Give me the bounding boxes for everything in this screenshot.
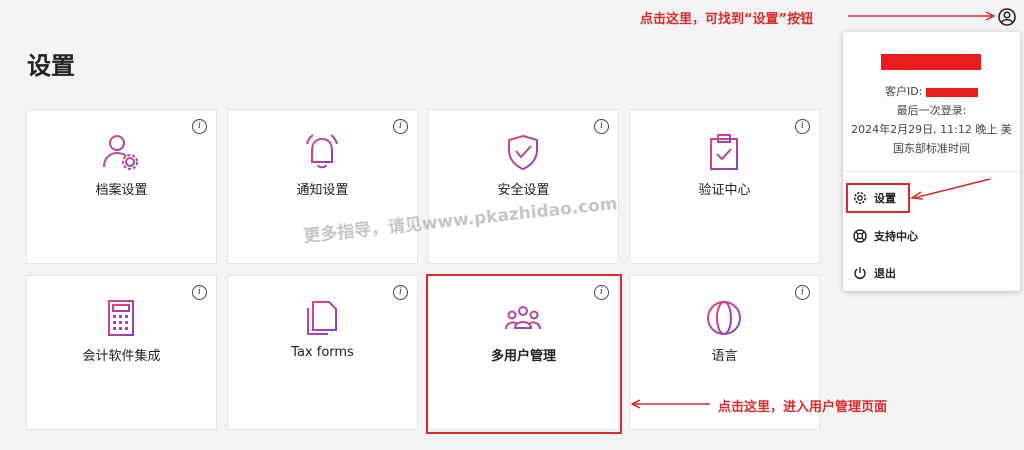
card-verification-center[interactable]: i 验证中心 [630, 110, 819, 263]
info-icon[interactable]: i [393, 285, 408, 300]
info-icon[interactable]: i [795, 119, 810, 134]
dropdown-divider [843, 171, 1020, 172]
user-account-icon[interactable] [998, 8, 1016, 26]
menu-item-support-center[interactable]: 支持中心 [853, 224, 918, 248]
redacted-customer-id [925, 87, 978, 97]
annotation-bottom: 点击这里，进入用户管理页面 [718, 400, 888, 415]
page-title: 设置 [27, 52, 75, 80]
customer-id-line: 客户ID: [843, 82, 1020, 101]
card-label: 档案设置 [95, 183, 148, 198]
card-accounting-integration[interactable]: i 会计软件集成 [27, 276, 216, 429]
clipboard-check-icon [710, 134, 738, 170]
last-login-label: 最后一次登录: [896, 104, 967, 117]
card-label: Tax forms [291, 345, 354, 360]
card-label: 会计软件集成 [82, 349, 161, 364]
last-login-timezone: 国东部标准时间 [893, 142, 970, 155]
customer-id-label: 客户ID: [885, 85, 926, 98]
card-label: 通知设置 [296, 183, 349, 198]
account-dropdown: 客户ID: 最后一次登录: 2024年2月29日, 11:12 晚上 美 国东部… [843, 32, 1020, 291]
highlight-box-settings [846, 183, 910, 213]
menu-item-label: 支持中心 [874, 230, 918, 243]
annotation-top-arrow [848, 11, 996, 21]
documents-icon [307, 301, 337, 335]
annotation-settings-arrow [909, 178, 991, 200]
card-profile-settings[interactable]: i 档案设置 [27, 110, 216, 263]
info-icon[interactable]: i [795, 285, 810, 300]
info-icon[interactable]: i [594, 119, 609, 134]
annotation-bottom-arrow [630, 399, 710, 409]
annotation-top: 点击这里，可找到“设置”按钮 [640, 12, 814, 27]
card-label: 语言 [711, 349, 738, 364]
lifebuoy-icon [853, 229, 867, 243]
globe-icon [707, 301, 741, 335]
info-icon[interactable]: i [393, 119, 408, 134]
shield-check-icon [508, 134, 538, 171]
redacted-username [881, 54, 981, 70]
card-tax-forms[interactable]: i Tax forms [228, 276, 417, 429]
info-icon[interactable]: i [192, 285, 207, 300]
power-icon [854, 267, 866, 280]
card-label: 验证中心 [698, 183, 751, 198]
calculator-icon [108, 300, 134, 336]
menu-item-logout[interactable]: 退出 [853, 261, 896, 285]
last-login-time: 2024年2月29日, 11:12 晚上 美 [851, 123, 1012, 136]
info-icon[interactable]: i [192, 119, 207, 134]
profile-settings-icon [103, 135, 138, 170]
bell-icon [306, 134, 338, 169]
menu-item-label: 退出 [874, 267, 896, 280]
highlight-box-multi-user [426, 274, 622, 434]
card-security-settings[interactable]: i 安全设置 [429, 110, 618, 263]
